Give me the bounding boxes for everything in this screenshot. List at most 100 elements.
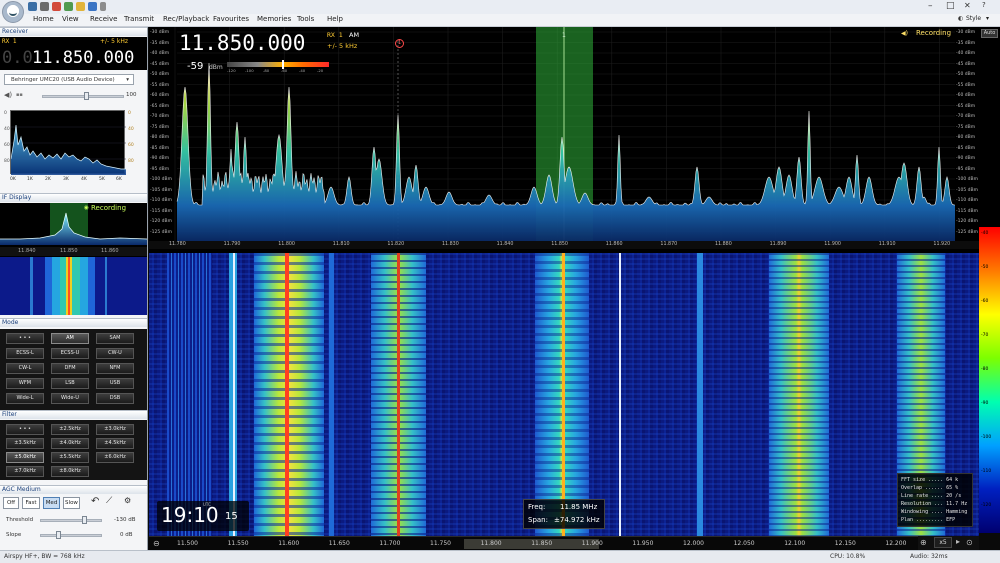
chevron-down-icon[interactable]: ▾ xyxy=(986,15,989,22)
menu-memories[interactable]: Memories xyxy=(257,15,291,23)
waterfall-freq-tick: 11.800 xyxy=(480,540,502,547)
mode-button[interactable]: ECSS-U xyxy=(51,348,89,359)
slope-slider-thumb[interactable] xyxy=(56,531,61,539)
menu-tools[interactable]: Tools xyxy=(297,15,314,23)
menu-favourites[interactable]: Favourites xyxy=(213,15,249,23)
mini-y-tick-right: 60 xyxy=(128,143,134,148)
db-scale-right[interactable]: -30 dBm -35 dBm -40 dBm -45 dBm -50 dBm -55 d… xyxy=(955,27,979,241)
minimize-icon[interactable]: – xyxy=(928,1,933,11)
mode-section-header[interactable]: Mode xyxy=(0,318,147,327)
smeter-tick: -80 xyxy=(263,68,270,73)
mute-icon[interactable]: ▪▪ xyxy=(16,92,23,98)
agc-reset-icon[interactable]: ↶ xyxy=(91,496,99,507)
mode-button[interactable]: DFM xyxy=(51,363,89,374)
filter-button[interactable]: ±5.5kHz xyxy=(51,452,89,463)
main-bandwidth-label[interactable]: +/- 5 kHz xyxy=(327,42,357,50)
marker-badge[interactable]: 1 xyxy=(395,39,404,48)
help-icon[interactable]: ? xyxy=(982,1,986,9)
filter-button[interactable]: ±3.0kHz xyxy=(96,424,134,435)
mode-button[interactable]: CW-L xyxy=(6,363,44,374)
mode-button[interactable]: WFM xyxy=(6,378,44,389)
menu-receive[interactable]: Receive xyxy=(90,15,117,23)
if-display[interactable]: ◉ Recording 11.840 11.850 11.860 xyxy=(0,203,147,315)
mode-button[interactable]: USB xyxy=(96,378,134,389)
menu-transmit[interactable]: Transmit xyxy=(124,15,154,23)
main-mode-label[interactable]: AM xyxy=(349,31,359,39)
menu-help[interactable]: Help xyxy=(327,15,343,23)
agc-section-header[interactable]: AGC Medium xyxy=(0,485,147,494)
main-freq-display[interactable]: 11.850.000 xyxy=(179,31,305,55)
spectrum-freq-tick: 11.920 xyxy=(933,242,951,247)
agc-settings-icon[interactable]: ⚙ xyxy=(124,496,131,505)
agc-button[interactable]: Med xyxy=(43,497,60,509)
frequency-display[interactable]: 0.0 11.850.000 xyxy=(0,46,147,70)
filter-button[interactable]: ±7.0kHz xyxy=(6,466,44,477)
close-icon[interactable]: ✕ xyxy=(964,1,971,10)
volume-slider[interactable] xyxy=(42,95,124,98)
waterfall[interactable]: 19:10 15 UTC Freq: 11.85 MHz Span: ±74.9… xyxy=(149,253,979,536)
db-tick-right: -60 dBm xyxy=(956,93,976,98)
style-icon[interactable]: ◐ xyxy=(958,15,963,22)
zoom-level[interactable]: x5 xyxy=(934,537,952,548)
undo-icon[interactable] xyxy=(88,2,97,11)
mode-button[interactable]: NFM xyxy=(96,363,134,374)
filter-button[interactable]: ±6.0kHz xyxy=(96,452,134,463)
play-icon[interactable] xyxy=(64,2,73,11)
menu-home[interactable]: Home xyxy=(33,15,54,23)
menu-view[interactable]: View xyxy=(62,15,79,23)
threshold-slider[interactable] xyxy=(40,519,102,522)
filter-button[interactable]: ±2.5kHz xyxy=(51,424,89,435)
freq-digits[interactable]: 11.850.000 xyxy=(32,48,134,68)
app-logo[interactable] xyxy=(2,1,24,23)
filter-button[interactable]: ±8.0kHz xyxy=(51,466,89,477)
sdr-app-window: – □ ✕ ? Home View Receive Transmit Rec/P… xyxy=(0,0,1000,563)
slope-slider[interactable] xyxy=(40,534,102,537)
waterfall-freq-axis[interactable]: ⊖ 11.500 11.550 11.600 11.650 11.700 11.750 11… xyxy=(149,536,979,550)
open-icon[interactable] xyxy=(40,2,49,11)
agc-button[interactable]: Slow xyxy=(63,497,80,509)
maximize-icon[interactable]: □ xyxy=(946,1,955,11)
mode-button[interactable]: Wide-U xyxy=(51,393,89,404)
mode-button[interactable]: • • • xyxy=(6,333,44,344)
agc-button[interactable]: Fast xyxy=(22,497,40,509)
audio-spectrum[interactable] xyxy=(10,110,126,175)
zoom-in-icon[interactable]: ▸ xyxy=(956,537,960,546)
threshold-slider-thumb[interactable] xyxy=(82,516,87,524)
receiver-section-header[interactable]: Receiver xyxy=(0,27,147,36)
spectrum-freq-tick: 11.780 xyxy=(169,242,186,247)
speaker-icon[interactable]: ◀) xyxy=(4,91,12,99)
filter-button[interactable]: ±5.0kHz xyxy=(6,452,44,463)
zoom-out-icon[interactable]: ⊕ xyxy=(920,538,927,547)
filter-button[interactable]: ±4.0kHz xyxy=(51,438,89,449)
rf-spectrum[interactable]: 11.850.000 RX 1 AM +/- 5 kHz -59 dBm -12… xyxy=(149,27,979,249)
db-scale-left[interactable]: -30 dBm -35 dBm -40 dBm -45 dBm -50 dBm -55 d… xyxy=(149,27,177,241)
volume-slider-thumb[interactable] xyxy=(84,92,89,100)
mode-button[interactable]: SAM xyxy=(96,333,134,344)
filter-button[interactable]: ±3.5kHz xyxy=(6,438,44,449)
if-display-section-header[interactable]: IF Display xyxy=(0,193,147,202)
star-icon[interactable] xyxy=(76,2,85,11)
mode-button[interactable]: Wide-L xyxy=(6,393,44,404)
agc-graph-icon[interactable]: ⟋ xyxy=(106,496,112,506)
menu-rec-playback[interactable]: Rec/Playback xyxy=(163,15,209,23)
quick-access-dropdown-icon[interactable] xyxy=(100,2,106,11)
db-tick-right: -70 dBm xyxy=(956,114,976,119)
scroll-left-icon[interactable]: ⊖ xyxy=(153,539,160,548)
filter-button[interactable]: • • • xyxy=(6,424,44,435)
mode-button[interactable]: LSB xyxy=(51,378,89,389)
device-select[interactable]: Behringer UMC20 (USB Audio Device) ▾ xyxy=(4,74,134,85)
mode-button[interactable]: ECSS-L xyxy=(6,348,44,359)
db-tick-right: -95 dBm xyxy=(956,166,976,172)
style-menu[interactable]: Style xyxy=(966,15,981,22)
zoom-reset-icon[interactable]: ⊙ xyxy=(966,538,973,547)
waterfall-carrier xyxy=(397,253,400,536)
filter-button[interactable]: ±4.5kHz xyxy=(96,438,134,449)
mode-button[interactable]: DSB xyxy=(96,393,134,404)
agc-button[interactable]: Off xyxy=(3,497,19,509)
auto-scale-button[interactable]: Auto xyxy=(981,29,998,38)
save-icon[interactable] xyxy=(28,2,37,11)
record-icon[interactable] xyxy=(52,2,61,11)
mode-button[interactable]: AM xyxy=(51,333,89,344)
mode-button[interactable]: CW-U xyxy=(96,348,134,359)
filter-section-header[interactable]: Filter xyxy=(0,410,147,419)
